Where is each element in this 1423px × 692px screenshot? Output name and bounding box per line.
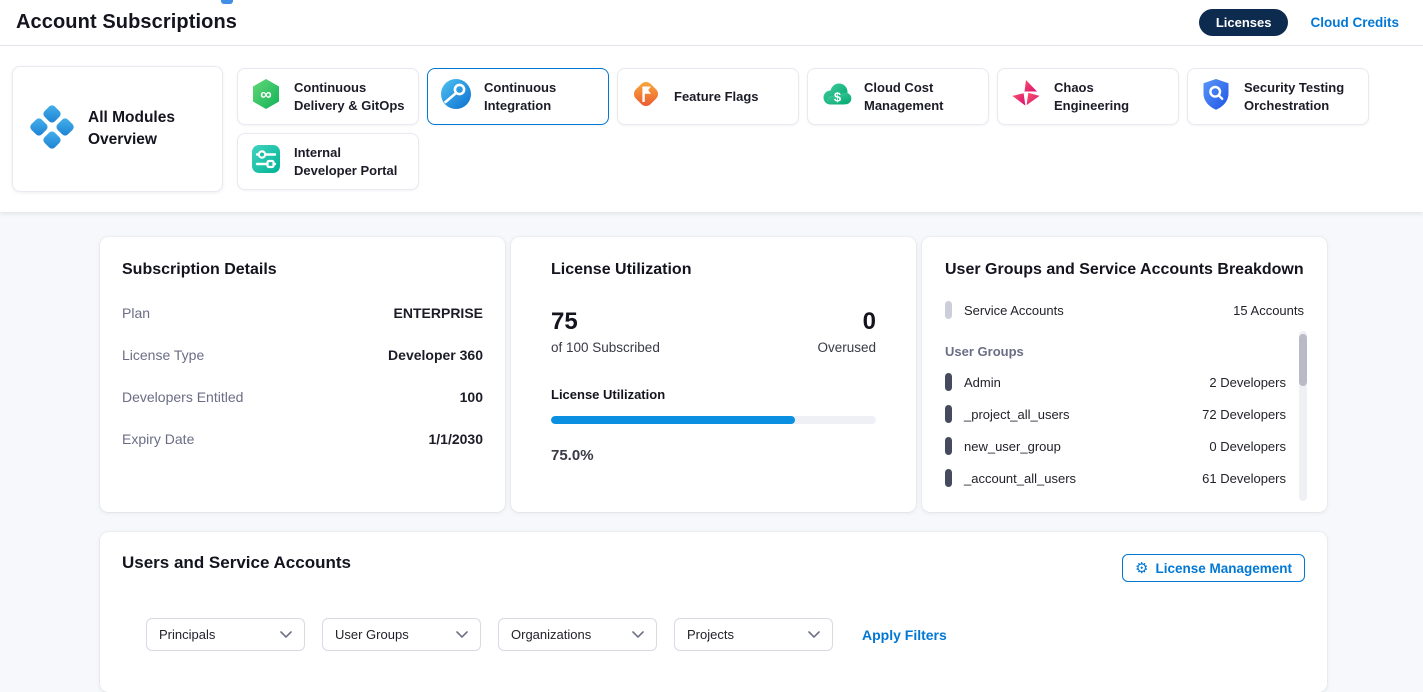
subscription-details-title: Subscription Details xyxy=(122,261,483,279)
user-groups-dropdown[interactable]: User Groups xyxy=(322,618,481,651)
used-caption: of 100 Subscribed xyxy=(551,340,660,355)
license-utilization-card: License Utilization 75 of 100 Subscribed… xyxy=(511,237,916,512)
overused-count: 0 xyxy=(817,309,876,335)
module-label: Security Testing Orchestration xyxy=(1244,79,1357,115)
module-card-cloud-cost[interactable]: $ Cloud Cost Management xyxy=(807,68,989,125)
groups-scrollbar-thumb[interactable] xyxy=(1299,334,1307,386)
user-group-marker xyxy=(945,469,952,487)
overused-caption: Overused xyxy=(817,340,876,355)
chevron-down-icon xyxy=(456,631,468,638)
detail-row-license-type: License Type Developer 360 xyxy=(122,347,483,363)
module-label: Cloud Cost Management xyxy=(864,79,977,115)
security-testing-icon xyxy=(1199,77,1233,116)
breakdown-title: User Groups and Service Accounts Breakdo… xyxy=(945,261,1304,279)
module-card-chaos-engineering[interactable]: Chaos Engineering xyxy=(997,68,1179,125)
user-group-row: _account_all_users 61 Developers xyxy=(945,469,1286,487)
module-selector-strip: All Modules Overview ∞ Continuous Delive… xyxy=(0,46,1423,212)
feature-flags-icon xyxy=(629,77,663,116)
utilization-progress-fill xyxy=(551,416,795,424)
user-group-row: _project_all_users 72 Developers xyxy=(945,405,1286,423)
all-modules-icon xyxy=(29,104,75,155)
chevron-down-icon xyxy=(632,631,644,638)
all-modules-overview-label: All Modules Overview xyxy=(88,107,206,152)
service-accounts-row: Service Accounts 15 Accounts xyxy=(945,301,1304,319)
user-groups-list: Admin 2 Developers _project_all_users 72… xyxy=(945,373,1286,487)
user-group-row: Admin 2 Developers xyxy=(945,373,1286,391)
page-header: Account Subscriptions Licenses Cloud Cre… xyxy=(0,0,1423,46)
user-group-marker xyxy=(945,405,952,423)
module-card-continuous-integration[interactable]: Continuous Integration xyxy=(427,68,609,125)
filters-row: Principals User Groups Organizations Pro… xyxy=(146,618,1305,651)
user-groups-heading: User Groups xyxy=(945,344,1304,359)
module-card-security-testing[interactable]: Security Testing Orchestration xyxy=(1187,68,1369,125)
detail-row-developers-entitled: Developers Entitled 100 xyxy=(122,389,483,405)
module-label: Feature Flags xyxy=(674,88,759,106)
breakdown-card: User Groups and Service Accounts Breakdo… xyxy=(922,237,1327,512)
page-title: Account Subscriptions xyxy=(16,11,237,34)
user-group-row: new_user_group 0 Developers xyxy=(945,437,1286,455)
user-group-marker xyxy=(945,373,952,391)
used-count: 75 xyxy=(551,309,660,335)
detail-row-expiry-date: Expiry Date 1/1/2030 xyxy=(122,431,483,447)
module-card-feature-flags[interactable]: Feature Flags xyxy=(617,68,799,125)
license-management-button[interactable]: ⚙ License Management xyxy=(1122,554,1305,582)
utilization-bar-label: License Utilization xyxy=(551,387,876,402)
subscription-details-card: Subscription Details Plan ENTERPRISE Lic… xyxy=(100,237,505,512)
module-card-cd-gitops[interactable]: ∞ Continuous Delivery & GitOps xyxy=(237,68,419,125)
apply-filters-link[interactable]: Apply Filters xyxy=(862,627,947,643)
svg-text:$: $ xyxy=(834,90,842,105)
module-card-internal-developer-portal[interactable]: Internal Developer Portal xyxy=(237,133,419,190)
gear-icon: ⚙ xyxy=(1135,561,1148,576)
organizations-dropdown[interactable]: Organizations xyxy=(498,618,657,651)
service-accounts-marker xyxy=(945,301,952,319)
cd-gitops-icon: ∞ xyxy=(249,77,283,116)
overused-count-block: 0 Overused xyxy=(817,309,876,355)
license-utilization-title: License Utilization xyxy=(551,261,876,279)
users-section-card: Users and Service Accounts ⚙ License Man… xyxy=(100,532,1327,692)
chaos-engineering-icon xyxy=(1009,77,1043,116)
continuous-integration-icon xyxy=(439,77,473,116)
module-label: Internal Developer Portal xyxy=(294,144,407,180)
chevron-down-icon xyxy=(280,631,292,638)
module-cards: ∞ Continuous Delivery & GitOps Continuou… xyxy=(237,68,1387,190)
header-actions: Licenses Cloud Credits xyxy=(1199,9,1399,36)
clipped-element-fragment xyxy=(221,0,233,4)
cloud-cost-icon: $ xyxy=(819,77,853,116)
principals-dropdown[interactable]: Principals xyxy=(146,618,305,651)
user-group-marker xyxy=(945,437,952,455)
internal-developer-portal-icon xyxy=(249,142,283,181)
utilization-progress-bar xyxy=(551,416,876,424)
module-label: Continuous Delivery & GitOps xyxy=(294,79,407,115)
utilization-numbers: 75 of 100 Subscribed 0 Overused xyxy=(551,309,876,355)
cloud-credits-link[interactable]: Cloud Credits xyxy=(1310,15,1399,30)
svg-text:∞: ∞ xyxy=(260,87,271,104)
chevron-down-icon xyxy=(808,631,820,638)
utilization-percent: 75.0% xyxy=(551,447,876,464)
used-count-block: 75 of 100 Subscribed xyxy=(551,309,660,355)
licenses-button[interactable]: Licenses xyxy=(1199,9,1289,36)
module-label: Chaos Engineering xyxy=(1054,79,1167,115)
projects-dropdown[interactable]: Projects xyxy=(674,618,833,651)
detail-row-plan: Plan ENTERPRISE xyxy=(122,305,483,321)
all-modules-overview-card[interactable]: All Modules Overview xyxy=(12,66,223,192)
module-label: Continuous Integration xyxy=(484,79,597,115)
groups-scrollbar-track[interactable] xyxy=(1299,331,1307,501)
